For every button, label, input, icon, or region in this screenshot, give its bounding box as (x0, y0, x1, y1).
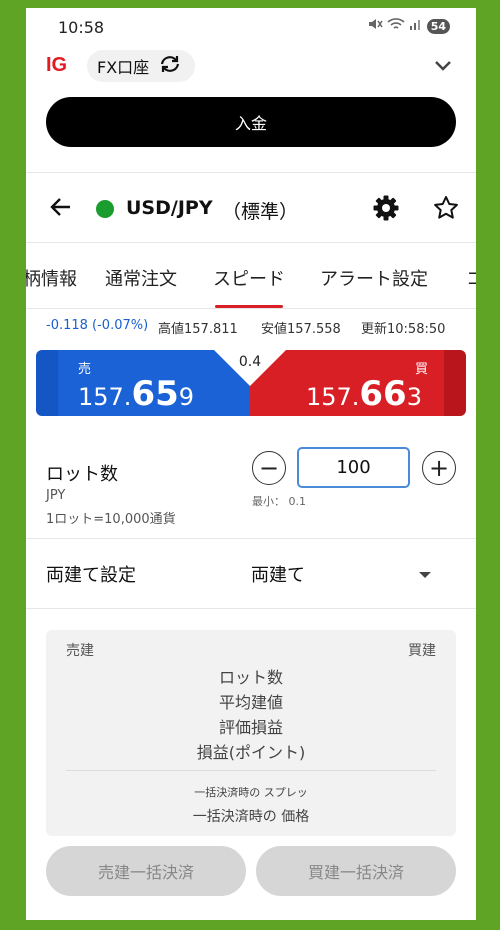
bulk-close-price-note: 一括決済時の 価格 (192, 809, 310, 825)
divider (26, 608, 476, 609)
account-name: FX口座 (97, 58, 150, 77)
summary-row-average-price: 平均建値 (218, 693, 283, 712)
plus-icon: + (428, 454, 450, 482)
signal-icon (409, 17, 423, 35)
back-arrow-icon[interactable] (48, 194, 74, 224)
sell-price-fraction: 9 (178, 383, 195, 411)
ig-logo: IG (46, 54, 68, 76)
sell-price-prefix: 157. (78, 383, 132, 411)
low-price: 安値157.558 (261, 322, 341, 337)
battery-indicator: 54 (426, 18, 450, 34)
status-icons: 54 (367, 17, 450, 35)
market-open-indicator (96, 200, 114, 218)
bulk-close-spread-note: 一括決済時の スプレッ (194, 786, 308, 799)
buy-price-fraction: 3 (406, 383, 422, 411)
positions-summary: 売建 買建 ロット数 平均建値 評価損益 損益(ポイント) 一括決済時の スプレ… (46, 630, 456, 836)
status-bar: 10:58 54 (26, 8, 476, 44)
buy-position-header: 買建 (408, 643, 436, 659)
tab-bar: 柄情報 通常注文 スピード アラート設定 コ (26, 252, 476, 308)
spread-value: 0.4 (238, 354, 262, 370)
hedge-setting-select[interactable]: 両建て (251, 561, 305, 587)
wifi-icon (387, 17, 405, 35)
divider (26, 538, 476, 539)
summary-row-pl-points: 損益(ポイント) (196, 743, 306, 762)
star-icon[interactable] (432, 194, 460, 226)
tab-speed[interactable]: スピード (213, 252, 285, 308)
summary-row-lots: ロット数 (218, 668, 283, 687)
instrument-symbol: USD/JPY (126, 197, 213, 219)
lot-unit-note: 1ロット=10,000通貨 (46, 512, 176, 527)
high-price: 高値157.811 (158, 322, 238, 337)
tab-more[interactable]: コ (466, 252, 476, 308)
instrument-type: （標準） (222, 201, 299, 223)
lot-minimum-note: 最小： 0.1 (252, 495, 306, 508)
mute-icon (367, 17, 383, 35)
buy-price: 157.663 (306, 374, 422, 414)
account-switcher[interactable]: FX口座 (87, 50, 196, 82)
dropdown-caret-icon[interactable] (419, 572, 431, 578)
lot-increase-button[interactable]: + (422, 451, 456, 485)
tab-alert-settings[interactable]: アラート設定 (320, 252, 428, 308)
tab-info[interactable]: 柄情報 (26, 252, 77, 308)
lot-decrease-button[interactable]: − (252, 451, 286, 485)
sell-position-header: 売建 (66, 643, 94, 659)
buy-price-pips: 66 (359, 374, 407, 414)
top-bar: IG FX口座 (26, 48, 476, 88)
sell-price-pips: 65 (131, 374, 179, 414)
summary-row-unrealized-pl: 評価損益 (218, 718, 283, 737)
minus-icon: − (258, 454, 280, 482)
lot-currency: JPY (46, 488, 66, 503)
app-screen: 10:58 54 IG FX口座 入金 USD/JPY （標準） 柄情報 通常注… (26, 8, 476, 920)
status-time: 10:58 (58, 18, 105, 37)
close-all-buy-button[interactable]: 買建一括決済 (256, 846, 456, 896)
chevron-down-icon[interactable] (432, 54, 454, 80)
instrument-header: USD/JPY （標準） (26, 188, 476, 228)
quote-panel: 売 157.659 買 157.663 0.4 (36, 350, 466, 416)
lot-quantity-input[interactable] (297, 447, 410, 488)
summary-divider (66, 770, 436, 771)
price-change: -0.118 (-0.07%) (46, 318, 149, 333)
gear-icon[interactable] (372, 194, 400, 226)
sell-price: 157.659 (78, 374, 194, 414)
updated-time: 更新10:58:50 (361, 322, 446, 337)
deposit-button[interactable]: 入金 (46, 97, 456, 147)
switch-account-icon (159, 55, 181, 77)
divider (26, 308, 476, 309)
divider (26, 242, 476, 243)
divider (26, 172, 476, 173)
tab-normal-order[interactable]: 通常注文 (105, 252, 177, 308)
hedge-setting-label: 両建て設定 (46, 565, 136, 586)
close-all-sell-button[interactable]: 売建一括決済 (46, 846, 246, 896)
lot-label: ロット数 (46, 464, 118, 485)
market-info: -0.118 (-0.07%) 高値157.811 安値157.558 更新10… (46, 318, 466, 338)
buy-price-prefix: 157. (305, 383, 360, 411)
